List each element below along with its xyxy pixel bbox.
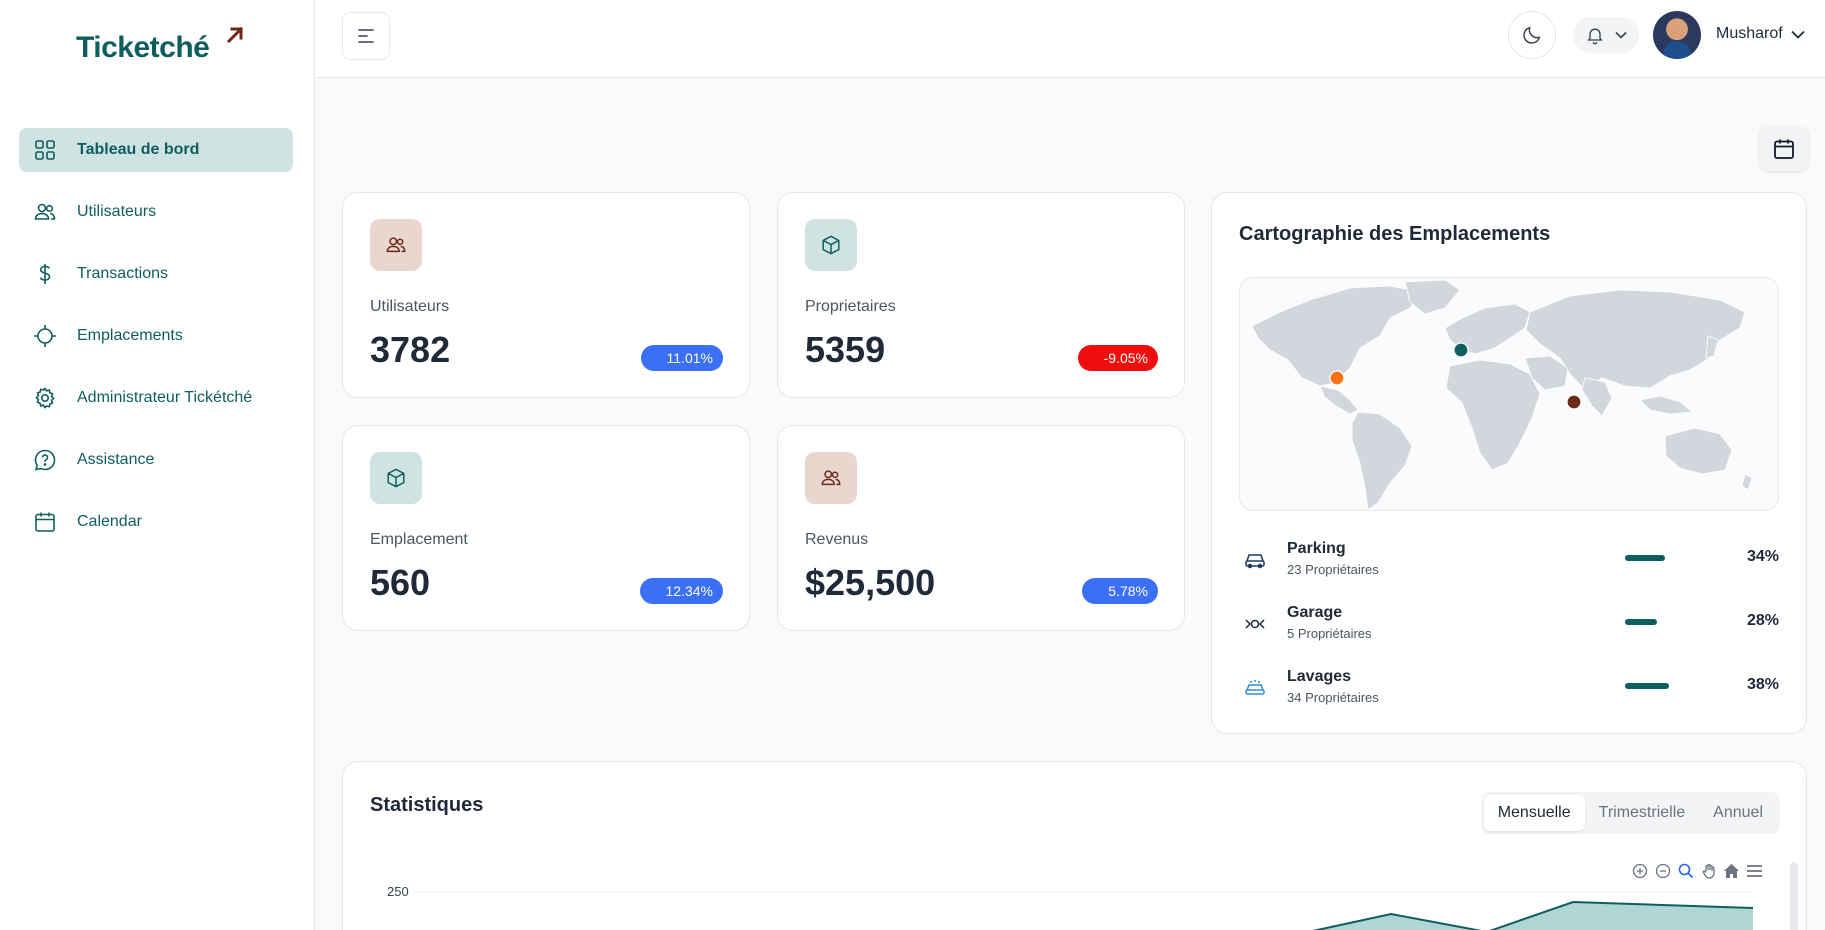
calendar-icon xyxy=(1774,139,1794,159)
menu-lines-icon xyxy=(358,29,374,43)
statistics-card: Statistiques Mensuelle Trimestrielle Ann… xyxy=(342,761,1807,930)
stat-value: $25,500 xyxy=(805,562,936,603)
stat-card-proprietaires: Proprietaires 5359 -9.05% xyxy=(777,192,1185,398)
sidebar-toggle-button[interactable] xyxy=(342,12,390,60)
location-row-parking: Parking 23 Propriétaires 34% xyxy=(1239,540,1779,584)
location-percent: 34% xyxy=(1746,548,1779,565)
box-icon xyxy=(805,219,857,271)
stat-value: 3782 xyxy=(370,329,451,370)
app-logo[interactable]: Ticketché xyxy=(76,24,244,72)
car-wash-icon xyxy=(1243,676,1267,700)
dollar-icon xyxy=(33,262,57,286)
stat-card-revenus: Revenus $25,500 5.78% xyxy=(777,425,1185,631)
location-sub: 5 Propriétaires xyxy=(1287,626,1372,641)
user-menu[interactable]: Musharof xyxy=(1716,25,1805,43)
stat-value: 560 xyxy=(370,562,431,603)
bell-icon xyxy=(1587,28,1603,45)
stat-value: 5359 xyxy=(805,329,886,370)
progress-bar xyxy=(1625,683,1689,689)
statistics-chart xyxy=(413,891,1754,930)
logo-text: Ticketché xyxy=(76,31,210,64)
trend-badge: 5.78% xyxy=(1082,578,1158,604)
chevron-down-icon xyxy=(1791,30,1805,39)
sidebar-item-label: Assistance xyxy=(77,451,155,468)
world-map[interactable] xyxy=(1239,277,1779,511)
sidebar-item-calendar[interactable]: Calendar xyxy=(19,500,293,544)
top-header: Musharof xyxy=(315,0,1825,78)
avatar[interactable] xyxy=(1653,11,1701,59)
stat-label: Emplacement xyxy=(370,531,468,548)
help-chat-icon xyxy=(33,448,57,472)
world-map-graphic xyxy=(1251,279,1753,510)
location-row-garage: Garage 5 Propriétaires 28% xyxy=(1239,604,1779,648)
trend-badge: 12.34% xyxy=(639,578,723,604)
sidebar: Ticketché Tableau de bord Utilisateurs T… xyxy=(0,0,315,930)
progress-bar xyxy=(1625,619,1689,625)
users-icon xyxy=(33,200,57,224)
chart-scrollbar[interactable] xyxy=(1790,862,1798,930)
progress-bar xyxy=(1625,555,1689,561)
location-name: Parking xyxy=(1287,540,1346,557)
location-percent: 38% xyxy=(1746,676,1779,693)
wrench-car-icon xyxy=(1243,612,1267,636)
location-percent: 28% xyxy=(1746,612,1779,629)
location-row-lavages: Lavages 34 Propriétaires 38% xyxy=(1239,668,1779,712)
car-icon xyxy=(1243,548,1267,572)
stat-label: Proprietaires xyxy=(805,298,896,315)
sidebar-item-transactions[interactable]: Transactions xyxy=(19,252,293,296)
box-icon xyxy=(370,452,422,504)
dark-mode-toggle[interactable] xyxy=(1508,11,1556,59)
users-icon xyxy=(370,219,422,271)
progress-fill xyxy=(1625,619,1657,625)
trend-badge: -9.05% xyxy=(1077,345,1158,371)
sidebar-item-assistance[interactable]: Assistance xyxy=(19,438,293,482)
grid-icon xyxy=(33,138,57,162)
logo-arrow-icon xyxy=(226,26,244,44)
sidebar-item-label: Tableau de bord xyxy=(77,141,200,158)
crosshair-icon xyxy=(33,324,57,348)
notifications-button[interactable] xyxy=(1573,17,1639,53)
sidebar-item-emplacements[interactable]: Emplacements xyxy=(19,314,293,358)
location-sub: 23 Propriétaires xyxy=(1287,562,1379,577)
trend-badge: 11.01% xyxy=(640,345,723,371)
map-card: Cartographie des Emplacements Parking 23… xyxy=(1211,192,1807,734)
sidebar-item-utilisateurs[interactable]: Utilisateurs xyxy=(19,190,293,234)
location-name: Garage xyxy=(1287,604,1343,621)
sidebar-item-label: Utilisateurs xyxy=(77,203,157,220)
progress-fill xyxy=(1625,555,1665,561)
sidebar-item-label: Administrateur Tickétché xyxy=(77,389,253,406)
sidebar-nav: Tableau de bord Utilisateurs Transaction… xyxy=(19,128,293,562)
sidebar-item-label: Emplacements xyxy=(77,327,183,344)
date-picker-button[interactable] xyxy=(1760,127,1808,171)
stat-label: Utilisateurs xyxy=(370,298,450,315)
sidebar-item-administrateur[interactable]: Administrateur Tickétché xyxy=(19,376,293,420)
sidebar-item-tableau-de-bord[interactable]: Tableau de bord xyxy=(19,128,293,172)
users-icon xyxy=(805,452,857,504)
sidebar-item-label: Transactions xyxy=(77,265,168,282)
stat-label: Revenus xyxy=(805,531,869,548)
stat-card-utilisateurs: Utilisateurs 3782 11.01% xyxy=(342,192,750,398)
progress-fill xyxy=(1625,683,1669,689)
stat-card-emplacement: Emplacement 560 12.34% xyxy=(342,425,750,631)
username: Musharof xyxy=(1716,25,1783,42)
map-marker-south-asia xyxy=(1566,394,1582,410)
location-name: Lavages xyxy=(1287,668,1352,685)
calendar-icon xyxy=(33,510,57,534)
gear-icon xyxy=(33,386,57,410)
sidebar-item-label: Calendar xyxy=(77,513,142,530)
location-sub: 34 Propriétaires xyxy=(1287,690,1379,705)
map-card-title: Cartographie des Emplacements xyxy=(1239,223,1551,245)
chevron-down-icon xyxy=(1615,31,1627,39)
moon-icon xyxy=(1523,26,1541,44)
map-marker-north-america xyxy=(1329,370,1345,386)
map-marker-europe xyxy=(1453,342,1469,358)
